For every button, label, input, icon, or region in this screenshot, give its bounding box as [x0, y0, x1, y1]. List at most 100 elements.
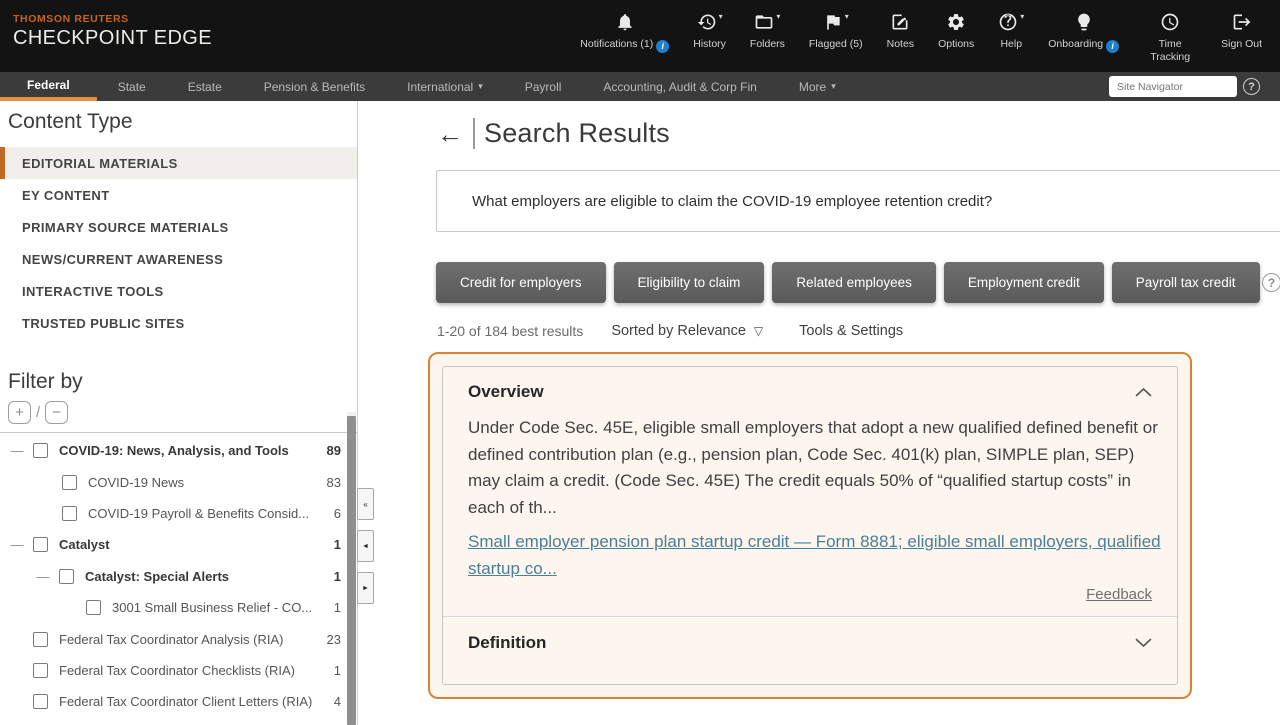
chevron-up-icon[interactable]: [1135, 387, 1152, 397]
checkbox[interactable]: [86, 600, 101, 615]
sign-out-button[interactable]: Sign Out: [1209, 11, 1274, 50]
options-label: Options: [938, 38, 974, 50]
tab-pension-benefits[interactable]: Pension & Benefits: [243, 72, 386, 101]
filter-tree-divider: [0, 432, 357, 433]
checkbox[interactable]: [33, 632, 48, 647]
flagged-button[interactable]: ▾ Flagged (5): [797, 11, 875, 50]
chip-related-employees[interactable]: Related employees: [772, 262, 936, 303]
sidebar-scrollbar-thumb[interactable]: [347, 416, 356, 725]
sidebar-item-ey-content[interactable]: EY CONTENT: [0, 179, 357, 211]
tab-state-label: State: [118, 80, 146, 94]
tab-accounting-label: Accounting, Audit & Corp Fin: [603, 80, 756, 94]
filter-row-covid19-group[interactable]: — COVID-19: News, Analysis, and Tools 89: [0, 435, 357, 466]
chip-employment-credit[interactable]: Employment credit: [944, 262, 1104, 303]
folders-button[interactable]: ▾ Folders: [738, 11, 797, 50]
chevron-down-icon[interactable]: [1135, 638, 1152, 648]
sidebar-item-interactive-tools[interactable]: INTERACTIVE TOOLS: [0, 275, 357, 307]
expand-all-button[interactable]: +: [8, 401, 31, 424]
content-type-label: EDITORIAL MATERIALS: [22, 156, 178, 171]
back-arrow-icon[interactable]: ←: [437, 121, 463, 147]
collapse-dash-icon[interactable]: —: [10, 443, 24, 458]
chip-credit-for-employers[interactable]: Credit for employers: [436, 262, 606, 303]
filter-row-catalyst-special-alerts[interactable]: — Catalyst: Special Alerts 1: [0, 561, 357, 592]
info-badge: i: [1106, 40, 1119, 53]
tab-estate[interactable]: Estate: [167, 72, 243, 101]
checkbox[interactable]: [33, 443, 48, 458]
filter-row-3001-small-business-relief[interactable]: 3001 Small Business Relief - CO... 1: [0, 592, 357, 623]
filter-label: 3001 Small Business Relief - CO...: [112, 600, 312, 615]
filter-count: 1: [334, 569, 341, 584]
shrink-sidebar-button[interactable]: ◄: [357, 530, 374, 562]
overview-section-header[interactable]: Overview: [443, 367, 1177, 402]
practice-area-nav: Federal State Estate Pension & Benefits …: [0, 72, 1280, 101]
history-label: History: [693, 38, 726, 50]
checkbox[interactable]: [33, 694, 48, 709]
help-button[interactable]: ▾ Help: [986, 11, 1036, 50]
filter-row-catalyst[interactable]: — Catalyst 1: [0, 529, 357, 560]
site-navigator-help-icon[interactable]: ?: [1243, 78, 1260, 95]
brand-thomson-reuters: THOMSON REUTERS: [13, 13, 212, 25]
tab-accounting-audit-corp-fin[interactable]: Accounting, Audit & Corp Fin: [582, 72, 777, 101]
expand-sidebar-button[interactable]: ►: [357, 572, 374, 604]
feedback-link[interactable]: Feedback: [1086, 586, 1152, 603]
collapse-sidebar-button[interactable]: «: [357, 488, 374, 520]
chip-eligibility-to-claim[interactable]: Eligibility to claim: [614, 262, 765, 303]
filter-row-federal-tax-handbook[interactable]: Federal Tax Handbook (RIA) 2: [0, 718, 357, 725]
checkbox[interactable]: [33, 663, 48, 678]
tab-more[interactable]: More▾: [778, 72, 857, 101]
filter-label: Catalyst: Special Alerts: [85, 569, 229, 584]
tab-estate-label: Estate: [188, 80, 222, 94]
sidebar-item-primary-source-materials[interactable]: PRIMARY SOURCE MATERIALS: [0, 211, 357, 243]
checkbox[interactable]: [62, 475, 77, 490]
sign-out-label: Sign Out: [1221, 38, 1262, 50]
chip-payroll-tax-credit[interactable]: Payroll tax credit: [1112, 262, 1260, 303]
tab-state[interactable]: State: [97, 72, 167, 101]
filter-row-ftc-checklists[interactable]: Federal Tax Coordinator Checklists (RIA)…: [0, 655, 357, 686]
flagged-label: Flagged (5): [809, 38, 863, 50]
time-tracking-button[interactable]: Time Tracking: [1131, 11, 1209, 64]
tab-international[interactable]: International▾: [386, 72, 504, 101]
filter-row-covid19-payroll[interactable]: COVID-19 Payroll & Benefits Consid... 6: [0, 498, 357, 529]
sidebar-item-trusted-public-sites[interactable]: TRUSTED PUBLIC SITES: [0, 307, 357, 339]
filter-row-ftc-analysis[interactable]: Federal Tax Coordinator Analysis (RIA) 2…: [0, 623, 357, 654]
tools-settings-button[interactable]: Tools & Settings: [799, 323, 903, 339]
filter-tree: — COVID-19: News, Analysis, and Tools 89…: [0, 435, 357, 725]
collapse-dash-icon[interactable]: —: [36, 569, 50, 584]
feedback-row: Feedback: [443, 582, 1177, 616]
chips-help-icon[interactable]: ?: [1262, 273, 1280, 292]
header-toolbar: Notifications (1)i ▾ History ▾ Folders ▾…: [568, 11, 1274, 64]
filter-label: COVID-19 Payroll & Benefits Consid...: [88, 506, 309, 521]
notes-button[interactable]: Notes: [875, 11, 926, 50]
overview-body-text: Under Code Sec. 45E, eligible small empl…: [468, 415, 1170, 521]
content-type-label: TRUSTED PUBLIC SITES: [22, 316, 185, 331]
collapse-all-button[interactable]: −: [45, 401, 68, 424]
collapse-dash-icon[interactable]: —: [10, 537, 24, 552]
notifications-button[interactable]: Notifications (1)i: [568, 11, 681, 53]
filter-row-ftc-client-letters[interactable]: Federal Tax Coordinator Client Letters (…: [0, 686, 357, 717]
tab-federal[interactable]: Federal: [0, 72, 97, 101]
history-button[interactable]: ▾ History: [681, 11, 738, 50]
tab-payroll-label: Payroll: [525, 80, 562, 94]
onboarding-button[interactable]: Onboardingi: [1036, 11, 1131, 53]
tab-payroll[interactable]: Payroll: [504, 72, 583, 101]
brand-logo: THOMSON REUTERS CHECKPOINT EDGE: [13, 13, 212, 50]
options-button[interactable]: Options: [926, 11, 986, 50]
tab-more-label: More: [799, 80, 826, 94]
overview-result-link[interactable]: Small employer pension plan startup cred…: [468, 528, 1170, 582]
checkbox[interactable]: [59, 569, 74, 584]
onboarding-label: Onboardingi: [1048, 38, 1119, 53]
search-query-box[interactable]: What employers are eligible to claim the…: [436, 170, 1280, 232]
sort-dropdown[interactable]: Sorted by Relevance▽: [611, 323, 763, 339]
checkbox[interactable]: [62, 506, 77, 521]
help-label: Help: [1000, 38, 1022, 50]
filter-expand-controls: + / −: [8, 401, 357, 424]
site-navigator-input[interactable]: [1109, 76, 1237, 97]
filter-label: Federal Tax Coordinator Client Letters (…: [59, 694, 312, 709]
main-content: ← Search Results What employers are elig…: [359, 101, 1280, 725]
checkbox[interactable]: [33, 537, 48, 552]
definition-section-header[interactable]: Definition: [443, 617, 1177, 653]
sidebar-item-news-current-awareness[interactable]: NEWS/CURRENT AWARENESS: [0, 243, 357, 275]
filter-row-covid19-news[interactable]: COVID-19 News 83: [0, 466, 357, 497]
chevron-down-icon: ▾: [776, 12, 780, 21]
sidebar-item-editorial-materials[interactable]: EDITORIAL MATERIALS: [0, 147, 357, 179]
